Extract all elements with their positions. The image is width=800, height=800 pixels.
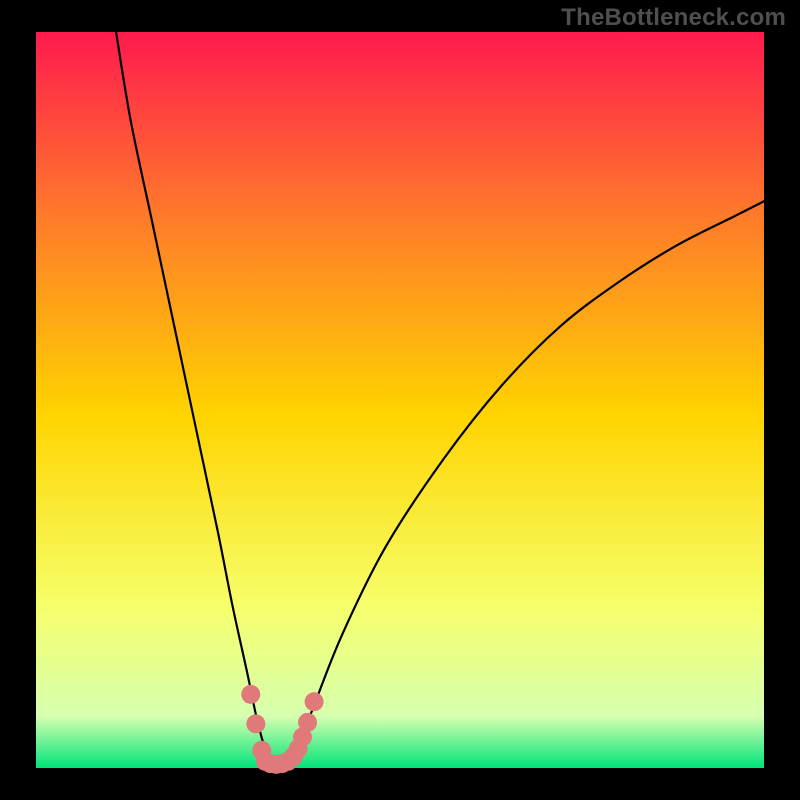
chart-frame: TheBottleneck.com xyxy=(0,0,800,800)
bottleneck-chart xyxy=(0,0,800,800)
plot-background xyxy=(36,32,764,768)
highlight-dot xyxy=(298,713,317,732)
highlight-dot xyxy=(241,685,260,704)
highlight-dot xyxy=(246,714,265,733)
highlight-dot xyxy=(305,692,324,711)
